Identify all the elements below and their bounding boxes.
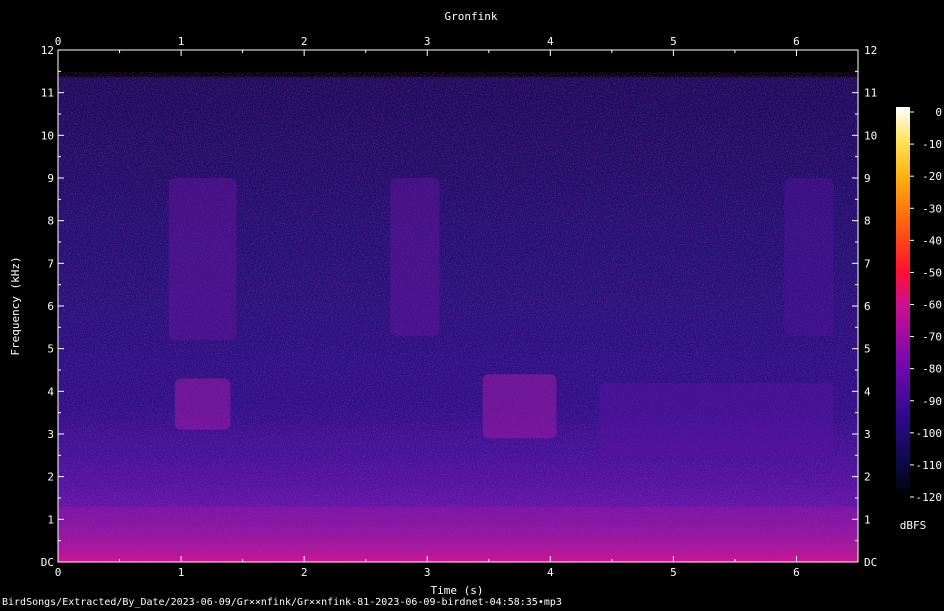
colorbar-tick-label: -80: [922, 363, 942, 376]
x-tick-label: 0: [55, 35, 62, 48]
plot-area: [57, 49, 859, 563]
y-tick-label: 5: [47, 343, 54, 356]
colorbar-label: dBFS: [900, 519, 927, 532]
x-tick-label: 2: [301, 35, 308, 48]
chart-title: Gronfink: [445, 10, 498, 23]
song-phrase-region: [599, 382, 834, 456]
song-phrase-region: [482, 374, 557, 439]
colorbar-tick-label: -10: [922, 138, 942, 151]
y-tick-label: 3: [47, 428, 54, 441]
y-tick-label: 12: [864, 44, 877, 57]
y-axis-label: Frequency (kHz): [9, 256, 22, 355]
colorbar-tick-label: -90: [922, 395, 942, 408]
y-tick-label: 5: [864, 343, 871, 356]
y-tick-label: 8: [47, 215, 54, 228]
y-tick-label: 1: [47, 513, 54, 526]
song-phrase-region: [174, 378, 231, 430]
colorbar-tick-label: -20: [922, 170, 942, 183]
y-tick-label: 4: [864, 385, 871, 398]
song-phrase-region: [58, 506, 858, 562]
y-tick-label: 11: [41, 87, 54, 100]
y-tick-label: 4: [47, 385, 54, 398]
x-tick-label: 6: [793, 566, 800, 579]
x-tick-label: 5: [670, 35, 677, 48]
y-tick-label: 3: [864, 428, 871, 441]
y-tick-label: 10: [41, 129, 54, 142]
colorbar-tick-label: -50: [922, 266, 942, 279]
y-tick-label: 2: [864, 471, 871, 484]
y-tick-label: 6: [864, 300, 871, 313]
colorbar-tick-label: -70: [922, 331, 942, 344]
colorbar: 0 -10 -20 -30 -40 -50 -60 -70 -80 -90 -100 -110 -120…: [896, 106, 942, 532]
x-tick-label: 1: [178, 35, 185, 48]
colorbar-tick-label: -60: [922, 299, 942, 312]
spectrogram-chart: Gronfink 0123456 0123456 DC1234567891011…: [9, 10, 942, 597]
colorbar-tick-label: -40: [922, 234, 942, 247]
colorbar-tick-label: 0: [935, 106, 942, 119]
y-tick-label: 12: [41, 44, 54, 57]
colorbar-tick-label: -120: [916, 491, 943, 504]
y-tick-label: 7: [864, 257, 871, 270]
x-tick-label: 3: [424, 35, 431, 48]
x-tick-label: 2: [301, 566, 308, 579]
y-tick-label: 8: [864, 215, 871, 228]
colorbar-gradient: [896, 107, 910, 497]
y-tick-label: 2: [47, 471, 54, 484]
colorbar-tick-label: -30: [922, 202, 942, 215]
x-tick-label: 5: [670, 566, 677, 579]
file-path-footer: BirdSongs/Extracted/By_Date/2023-06-09/G…: [2, 597, 562, 608]
x-tick-label: 0: [55, 566, 62, 579]
x-tick-label: 4: [547, 35, 554, 48]
y-tick-label: 10: [864, 129, 877, 142]
y-tick-label: 9: [47, 172, 54, 185]
colorbar-ticks: 0 -10 -20 -30 -40 -50 -60 -70 -80 -90 -100 -110 -120: [910, 106, 942, 504]
y-tick-label: DC: [41, 556, 54, 569]
y-tick-label: 11: [864, 87, 877, 100]
x-tick-label: 4: [547, 566, 554, 579]
song-phrase-region: [784, 178, 834, 336]
y-tick-label: 7: [47, 257, 54, 270]
x-tick-label: 1: [178, 566, 185, 579]
x-axis-label: Time (s): [431, 584, 484, 597]
x-tick-label: 3: [424, 566, 431, 579]
song-phrase-region: [390, 178, 440, 336]
y-tick-label: 6: [47, 300, 54, 313]
colorbar-tick-label: -100: [916, 427, 943, 440]
x-tick-label: 6: [793, 35, 800, 48]
y-tick-label: 9: [864, 172, 871, 185]
song-phrase-region: [168, 178, 237, 341]
colorbar-tick-label: -110: [916, 459, 943, 472]
y-tick-label: 1: [864, 513, 871, 526]
y-tick-label: DC: [864, 556, 877, 569]
